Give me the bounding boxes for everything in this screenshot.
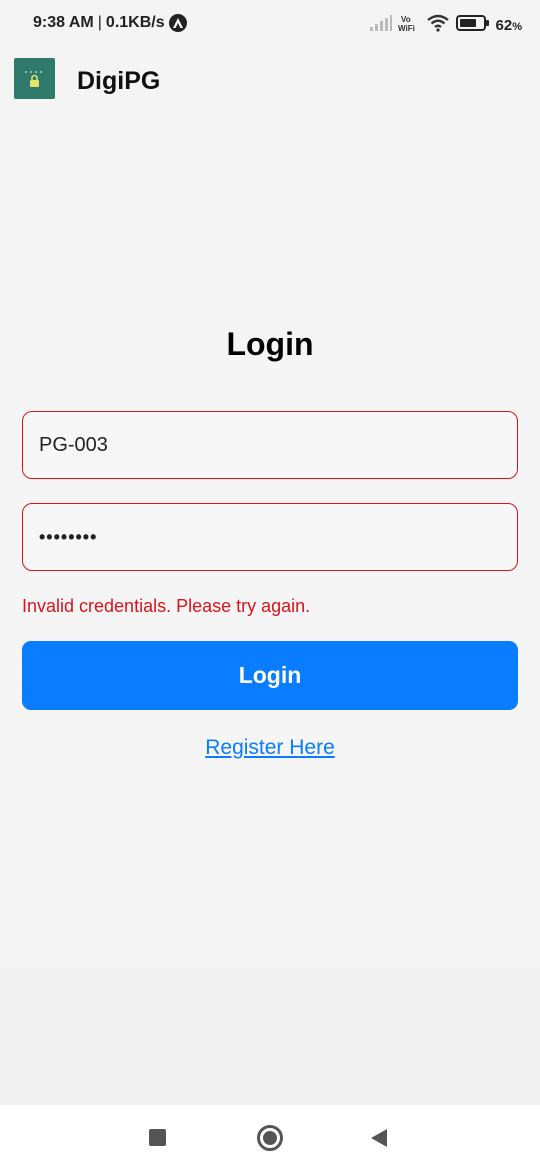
battery-level: 62% <box>496 17 522 34</box>
register-link[interactable]: Register Here <box>0 736 540 760</box>
svg-text:Vo: Vo <box>401 15 411 24</box>
password-input[interactable]: •••••••• <box>22 503 518 571</box>
network-speed: 0.1KB/s <box>105 14 165 31</box>
nav-home-inner <box>263 1131 277 1145</box>
lower-area <box>0 968 540 1105</box>
register-link-label[interactable]: Register Here <box>205 736 335 759</box>
nav-recent-icon[interactable] <box>149 1129 166 1146</box>
username-value: PG-003 <box>39 433 108 456</box>
status-time: 9:38 AM <box>33 14 94 31</box>
password-value: •••••••• <box>39 526 98 547</box>
nav-back-icon[interactable] <box>370 1128 388 1153</box>
app-bar: DigiPG <box>0 50 540 118</box>
status-bar: 9:38 AM | 0.1KB/s Vo WiFi 62% <box>0 0 540 50</box>
signal-icon <box>369 15 392 36</box>
error-message: Invalid credentials. Please try again. <box>22 596 311 616</box>
svg-text:WiFi: WiFi <box>398 24 415 32</box>
system-nav-bar <box>0 1105 540 1170</box>
login-heading: Login <box>226 326 314 362</box>
app-title: DigiPG <box>77 67 161 95</box>
status-separator: | <box>97 14 102 31</box>
login-button[interactable]: Login <box>22 641 518 710</box>
battery-value: 62 <box>495 17 513 34</box>
login-screen: Login PG-003 •••••••• Invalid credential… <box>0 118 540 968</box>
login-button-label: Login <box>238 662 302 688</box>
vowifi-icon: Vo WiFi <box>398 14 420 37</box>
nav-home-icon[interactable] <box>257 1125 283 1151</box>
username-input[interactable]: PG-003 <box>22 411 518 479</box>
status-right: Vo WiFi 62% <box>369 14 522 37</box>
battery-icon <box>455 14 490 37</box>
wifi-icon <box>426 14 450 37</box>
app-logo-icon <box>14 58 55 99</box>
alert-icon <box>168 14 187 32</box>
status-left: 9:38 AM | 0.1KB/s <box>33 14 187 32</box>
battery-unit: % <box>512 21 522 33</box>
